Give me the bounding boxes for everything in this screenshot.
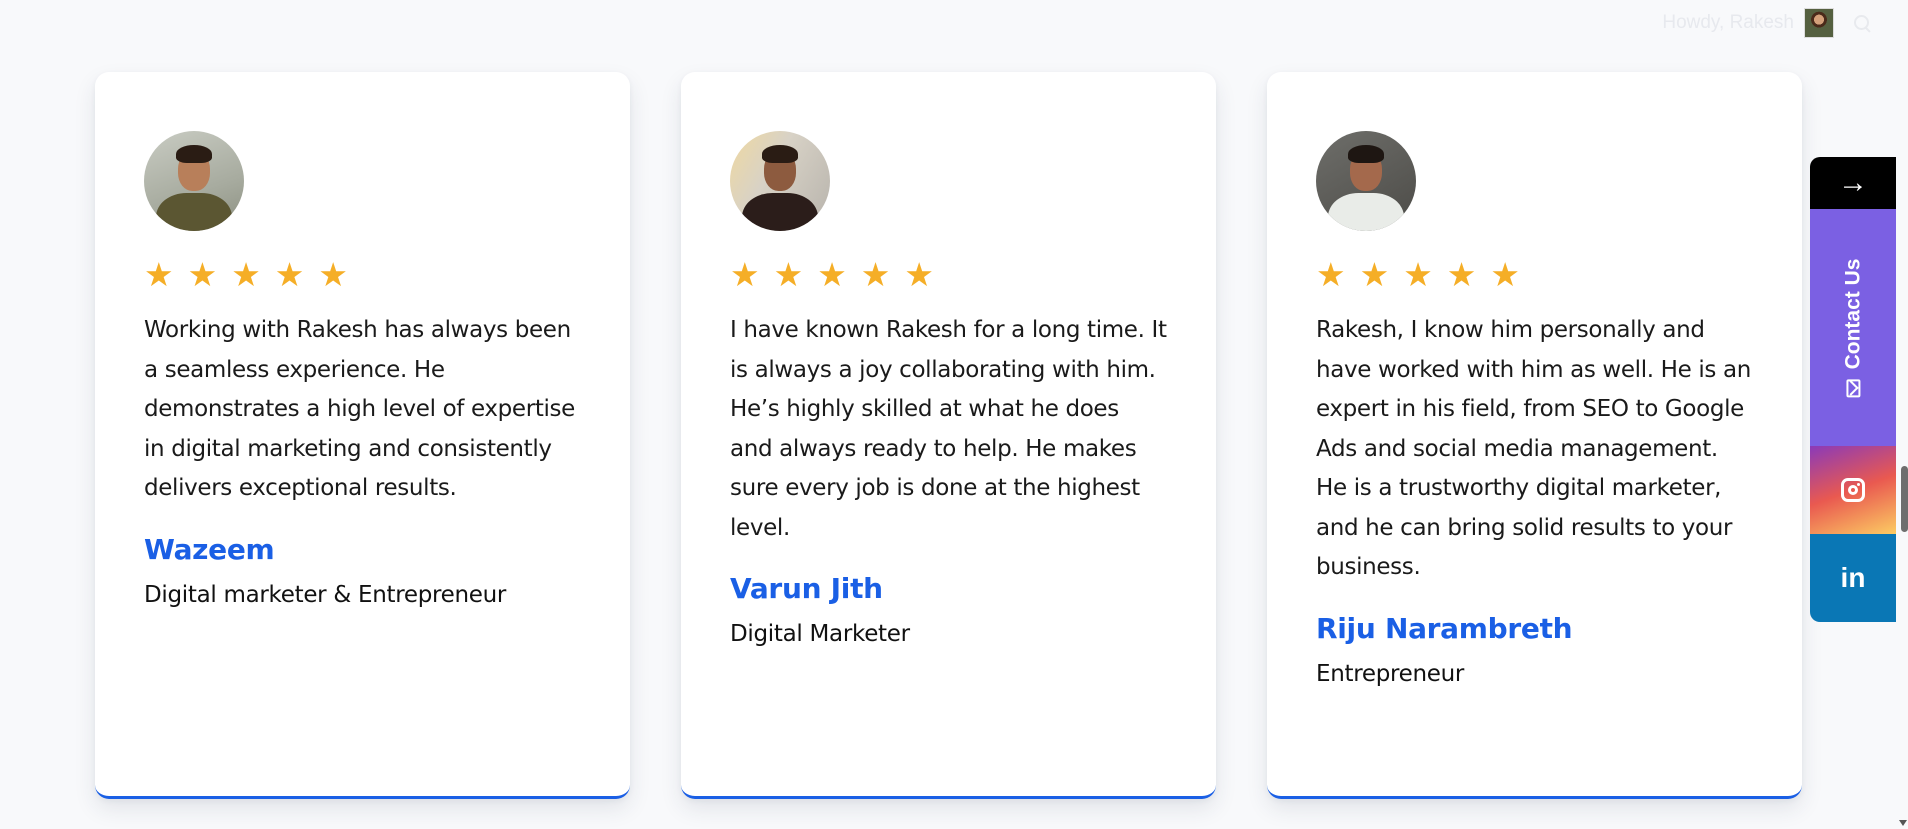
contact-us-button[interactable]: Contact Us bbox=[1810, 209, 1896, 446]
testimonial-quote: Working with Rakesh has always been a se… bbox=[144, 317, 575, 501]
reviewer-name: Wazeem bbox=[144, 532, 275, 566]
avatar bbox=[144, 131, 244, 231]
star-icon: ★ bbox=[773, 256, 804, 293]
star-icon: ★ bbox=[231, 256, 261, 293]
star-icon: ★ bbox=[817, 256, 847, 293]
star-icon: ★ bbox=[1359, 256, 1390, 293]
search-icon[interactable] bbox=[1852, 13, 1872, 33]
instagram-button[interactable] bbox=[1810, 446, 1896, 534]
scroll-down-icon[interactable] bbox=[1899, 820, 1907, 828]
star-rating: ★ ★ ★ ★ ★ bbox=[1316, 255, 1753, 295]
star-rating: ★ ★ ★ ★ ★ bbox=[730, 255, 1167, 295]
reviewer-name: Riju Narambreth bbox=[1316, 611, 1573, 645]
avatar bbox=[1316, 131, 1416, 231]
testimonial-card: ★ ★ ★ ★ ★ Working with Rakesh has always… bbox=[95, 72, 630, 799]
reviewer-role: Digital marketer & Entrepreneur bbox=[144, 581, 507, 608]
star-icon: ★ bbox=[274, 256, 305, 293]
testimonial-quote: I have known Rakesh for a long time. It … bbox=[730, 317, 1167, 541]
star-icon: ★ bbox=[1403, 256, 1433, 293]
testimonial-card: ★ ★ ★ ★ ★ I have known Rakesh for a long… bbox=[681, 72, 1216, 799]
avatar bbox=[730, 131, 830, 231]
star-icon: ★ bbox=[1446, 256, 1477, 293]
testimonials-page: Howdy, Rakesh ★ ★ ★ ★ ★ Working with Rak… bbox=[0, 0, 1908, 829]
linkedin-icon: in bbox=[1840, 562, 1866, 593]
star-icon: ★ bbox=[1316, 256, 1346, 293]
star-icon: ★ bbox=[187, 256, 218, 293]
contact-us-label: Contact Us bbox=[1841, 258, 1865, 369]
star-icon: ★ bbox=[860, 256, 891, 293]
scrollbar-thumb[interactable] bbox=[1901, 466, 1908, 532]
reviewer-name: Varun Jith bbox=[730, 572, 883, 605]
reviewer-role: Digital Marketer bbox=[730, 621, 910, 647]
instagram-icon bbox=[1841, 478, 1865, 502]
star-icon: ★ bbox=[904, 256, 934, 293]
arrow-right-icon: → bbox=[1838, 166, 1868, 199]
admin-greeting-text[interactable]: Howdy, Rakesh bbox=[1662, 12, 1794, 34]
testimonial-quote: Rakesh, I know him personally and have w… bbox=[1316, 317, 1751, 580]
testimonial-cards: ★ ★ ★ ★ ★ Working with Rakesh has always… bbox=[95, 72, 1802, 799]
star-icon: ★ bbox=[730, 256, 760, 293]
reviewer-role: Entrepreneur bbox=[1316, 660, 1465, 687]
star-rating: ★ ★ ★ ★ ★ bbox=[144, 255, 581, 295]
star-icon: ★ bbox=[144, 256, 174, 293]
linkedin-button[interactable]: in bbox=[1810, 534, 1896, 622]
mail-icon bbox=[1846, 378, 1861, 397]
user-avatar-icon[interactable] bbox=[1804, 8, 1834, 38]
testimonial-card: ★ ★ ★ ★ ★ Rakesh, I know him personally … bbox=[1267, 72, 1802, 799]
star-icon: ★ bbox=[318, 256, 348, 293]
admin-bar: Howdy, Rakesh bbox=[1662, 8, 1872, 38]
collapse-arrow-button[interactable]: → bbox=[1810, 157, 1896, 209]
star-icon: ★ bbox=[1490, 256, 1520, 293]
floating-social-sidebar: → Contact Us in bbox=[1810, 157, 1896, 622]
